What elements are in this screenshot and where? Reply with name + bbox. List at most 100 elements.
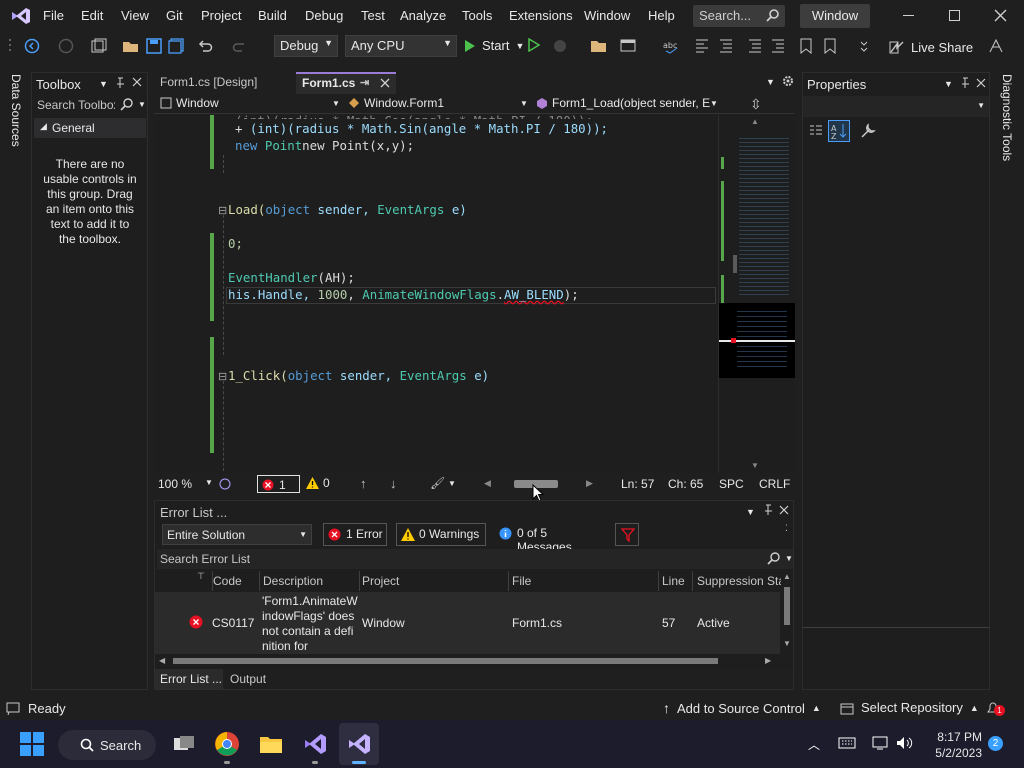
column-suppression-state[interactable]: Suppression Sta bbox=[697, 574, 785, 588]
menu-test[interactable]: Test bbox=[361, 8, 385, 23]
save-icon[interactable] bbox=[146, 38, 162, 54]
add-to-source-control-button[interactable]: ↑ Add to Source Control ▲ bbox=[663, 700, 821, 716]
vertical-scrollbar[interactable]: ▲ ▼ bbox=[781, 571, 793, 653]
solution-platform-select[interactable]: Any CPU ▼ bbox=[345, 35, 457, 57]
file-explorer-icon[interactable] bbox=[257, 730, 285, 758]
intellicode-icon[interactable] bbox=[218, 477, 232, 491]
messages-filter-button[interactable]: 0 of 5 Messages bbox=[495, 523, 605, 554]
close-icon[interactable] bbox=[779, 505, 789, 515]
column-project[interactable]: Project bbox=[362, 574, 399, 588]
pin-icon[interactable]: ⇥ bbox=[360, 76, 369, 89]
system-clock[interactable]: 8:17 PM 5/2/2023 bbox=[926, 729, 982, 761]
split-editor-icon[interactable]: ⇳ bbox=[750, 96, 762, 113]
search-input[interactable]: Search... bbox=[693, 5, 785, 27]
start-debugging-button[interactable]: Start ▼ bbox=[464, 38, 524, 53]
tab-error-list[interactable]: Error List ... bbox=[155, 669, 223, 689]
scroll-up-icon[interactable]: ▲ bbox=[783, 572, 791, 581]
visual-studio-installer-icon[interactable] bbox=[301, 730, 329, 758]
categorized-icon[interactable] bbox=[808, 123, 824, 139]
chevron-down-icon[interactable]: ▼ bbox=[448, 479, 456, 488]
tab-list-dropdown-icon[interactable]: ▼ bbox=[766, 77, 775, 87]
navigate-back-icon[interactable] bbox=[24, 38, 40, 54]
error-count-button[interactable]: 1 bbox=[257, 475, 300, 493]
new-project-icon[interactable] bbox=[90, 38, 108, 54]
errors-filter-button[interactable]: 1 Error bbox=[323, 523, 387, 546]
menu-project[interactable]: Project bbox=[201, 8, 241, 23]
alphabetical-icon[interactable]: AZ bbox=[828, 120, 850, 142]
taskbar-search-button[interactable]: Search bbox=[58, 730, 156, 760]
tab-form1-cs[interactable]: Form1.cs ⇥ bbox=[296, 72, 396, 94]
hot-reload-icon[interactable] bbox=[552, 38, 570, 54]
table-row[interactable]: CS0117 'Form1.AnimateWindowFlags' does n… bbox=[155, 592, 780, 654]
format-document-icon[interactable] bbox=[694, 38, 712, 54]
column-code[interactable]: Code bbox=[213, 574, 242, 588]
toolbar-overflow-icon[interactable]: ⁚ bbox=[785, 523, 788, 534]
close-tab-icon[interactable] bbox=[380, 78, 390, 88]
redo-icon[interactable] bbox=[232, 38, 248, 54]
scroll-down-icon[interactable]: ▼ bbox=[783, 639, 791, 648]
menu-file[interactable]: File bbox=[43, 8, 64, 23]
pin-icon[interactable] bbox=[115, 77, 125, 89]
minimap-viewport[interactable] bbox=[719, 303, 795, 378]
menu-tools[interactable]: Tools bbox=[462, 8, 492, 23]
member-dropdown[interactable]: Form1_Load(object sender, E ▼ bbox=[536, 96, 718, 110]
pin-icon[interactable] bbox=[960, 77, 970, 89]
notifications-button[interactable]: 1 bbox=[986, 700, 1005, 716]
class-dropdown[interactable]: Window.Form1 ▼ bbox=[348, 96, 528, 110]
chevron-down-icon[interactable]: ▼ bbox=[785, 554, 793, 563]
close-icon[interactable] bbox=[976, 78, 986, 88]
bookmark-icon[interactable] bbox=[800, 38, 812, 54]
feedback-icon[interactable] bbox=[988, 38, 1004, 54]
menu-view[interactable]: View bbox=[121, 8, 149, 23]
visual-studio-icon[interactable] bbox=[345, 730, 373, 758]
comment-icon[interactable] bbox=[717, 38, 735, 54]
open-file-icon[interactable] bbox=[122, 38, 140, 54]
scroll-thumb[interactable] bbox=[784, 587, 790, 625]
solution-configuration-select[interactable]: Debug ▼ bbox=[274, 35, 338, 57]
toolbar-overflow-icon[interactable] bbox=[860, 38, 868, 54]
uncomment-icon[interactable] bbox=[746, 38, 764, 54]
keyboard-icon[interactable] bbox=[838, 736, 856, 750]
code-cleanup-icon[interactable]: 🖌 bbox=[430, 476, 445, 490]
column-file[interactable]: File bbox=[512, 574, 531, 588]
close-icon[interactable] bbox=[132, 77, 142, 87]
menu-edit[interactable]: Edit bbox=[81, 8, 103, 23]
toolbox-menu-icon[interactable]: ▼ bbox=[99, 79, 108, 89]
scroll-right-icon[interactable]: ▶ bbox=[765, 656, 771, 665]
navigate-forward-icon[interactable] bbox=[58, 38, 74, 54]
build-intellisense-filter-button[interactable] bbox=[615, 523, 639, 546]
indent-icon[interactable] bbox=[770, 38, 788, 54]
collapse-outline-icon[interactable]: ⊟ bbox=[218, 370, 227, 383]
column-description[interactable]: Description bbox=[263, 574, 323, 588]
toolbox-search-input[interactable]: Search Toolbox ▼ bbox=[34, 95, 146, 116]
scope-select[interactable]: Entire Solution ▼ bbox=[162, 524, 312, 545]
next-error-icon[interactable]: ↓ bbox=[390, 476, 397, 491]
network-icon[interactable] bbox=[872, 735, 888, 751]
property-pages-icon[interactable] bbox=[859, 122, 877, 140]
minimap-scrollbar[interactable]: ▲ ▼ bbox=[718, 115, 795, 473]
indent-mode[interactable]: SPC bbox=[719, 477, 744, 491]
maximize-button[interactable] bbox=[949, 10, 960, 21]
warnings-filter-button[interactable]: 0 Warnings bbox=[396, 523, 486, 546]
collapse-outline-icon[interactable]: ⊟ bbox=[218, 204, 227, 217]
scroll-left-icon[interactable]: ◀ bbox=[484, 478, 491, 489]
zoom-select[interactable]: 100 % bbox=[158, 477, 192, 491]
pin-icon[interactable] bbox=[763, 504, 773, 516]
tab-form1-design[interactable]: Form1.cs [Design] bbox=[154, 73, 294, 93]
minimize-button[interactable] bbox=[903, 15, 914, 16]
scroll-up-icon[interactable]: ▲ bbox=[751, 117, 759, 126]
task-view-icon[interactable] bbox=[170, 730, 198, 758]
chevron-down-icon[interactable]: ▼ bbox=[205, 478, 213, 487]
menu-debug[interactable]: Debug bbox=[305, 8, 343, 23]
bookmark-prev-icon[interactable] bbox=[824, 38, 836, 54]
data-sources-tab[interactable]: Data Sources bbox=[9, 74, 23, 147]
menu-build[interactable]: Build bbox=[258, 8, 287, 23]
undo-icon[interactable] bbox=[197, 38, 213, 54]
menu-git[interactable]: Git bbox=[166, 8, 183, 23]
error-list-search-input[interactable]: Search Error List ▼ bbox=[157, 549, 793, 569]
solution-explorer-icon[interactable] bbox=[590, 38, 608, 54]
notification-center-badge[interactable]: 2 bbox=[988, 736, 1003, 751]
column-filter-icon[interactable]: ⊤ bbox=[197, 571, 205, 582]
windows-start-icon[interactable] bbox=[20, 732, 44, 756]
show-hidden-icons-icon[interactable]: ︿ bbox=[808, 736, 820, 753]
